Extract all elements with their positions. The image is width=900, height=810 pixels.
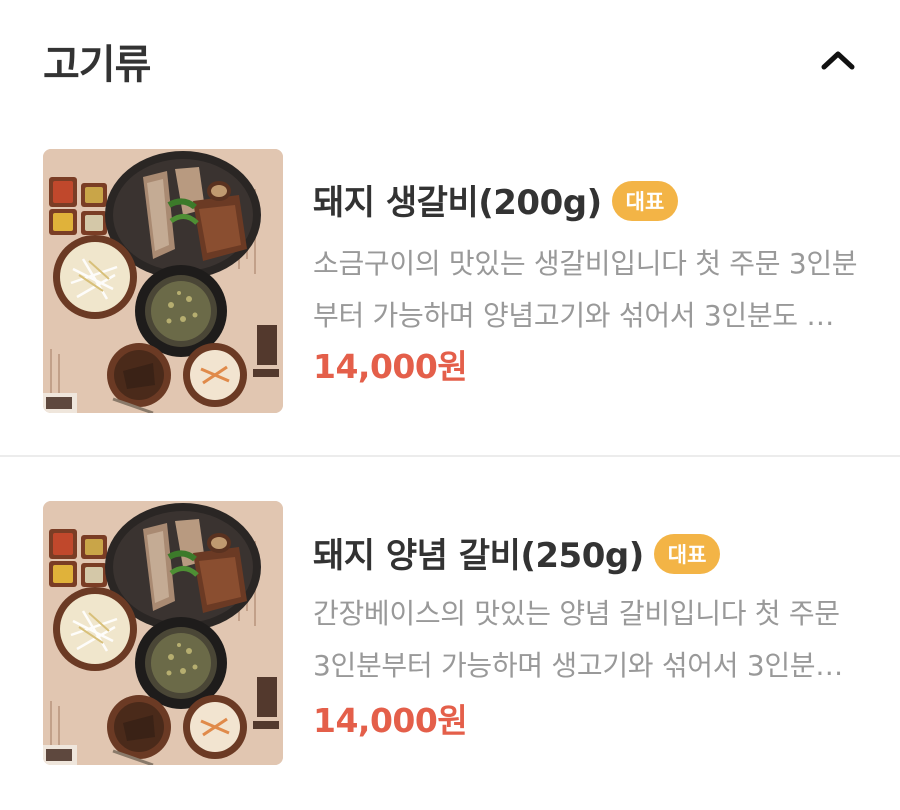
section-title: 고기류: [43, 42, 151, 88]
collapse-button[interactable]: [812, 38, 864, 82]
chevron-up-icon: [821, 51, 855, 70]
menu-item-price: 14,000원: [313, 347, 468, 386]
menu-item-name: 돼지 생갈비(200g): [313, 183, 602, 223]
menu-item[interactable]: 돼지 양념 갈비(250g) 대표 간장베이스의 맛있는 양념 갈비입니다 첫 주…: [0, 457, 900, 809]
menu-item-photo: [43, 149, 283, 413]
section-header: 고기류: [0, 0, 900, 120]
menu-item-price: 14,000원: [313, 701, 468, 740]
menu-item-name-row: 돼지 양념 갈비(250g) 대표: [313, 528, 721, 577]
menu-item-name-row: 돼지 생갈비(200g) 대표: [313, 175, 679, 224]
menu-item[interactable]: 돼지 생갈비(200g) 대표 소금구이의 맛있는 생갈비입니다 첫 주문 3인분…: [0, 120, 900, 472]
menu-item-photo: [43, 501, 283, 765]
signature-badge: 대표: [653, 534, 721, 574]
menu-item-description: 간장베이스의 맛있는 양념 갈비입니다 첫 주문 3인분부터 가능하며 생고기와…: [313, 597, 841, 682]
signature-badge: 대표: [611, 181, 679, 221]
menu-item-name: 돼지 양념 갈비(250g): [313, 536, 644, 576]
menu-item-description: 소금구이의 맛있는 생갈비입니다 첫 주문 3인분부터 가능하며 양념고기와 섞…: [313, 247, 858, 332]
